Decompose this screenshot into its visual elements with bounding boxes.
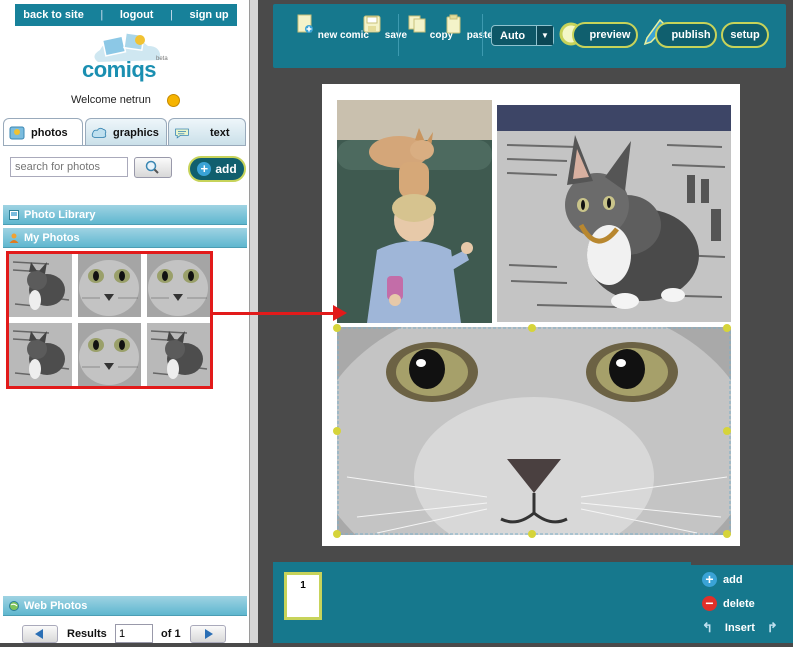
delete-page-label: delete (723, 597, 755, 610)
toolbar-divider (398, 14, 399, 56)
globe-icon (9, 600, 19, 611)
resize-handle-top[interactable] (528, 324, 536, 332)
plus-icon: + (702, 572, 717, 587)
chevron-down-icon: ▼ (536, 26, 553, 45)
arrow-right-curved-icon: ↱ (766, 620, 778, 635)
layout-select-value: Auto (500, 29, 526, 42)
cloud-icon (91, 127, 107, 138)
comic-panel-cat-newspaper[interactable] (497, 105, 731, 322)
annotation-arrow-line (213, 312, 337, 315)
panel-scroll-edge[interactable] (249, 0, 258, 643)
beta-label: beta (156, 56, 168, 62)
save-disk-icon (363, 15, 381, 33)
paste-button[interactable]: paste (444, 14, 493, 41)
tab-text[interactable]: text (168, 118, 246, 146)
layout-select[interactable]: Auto ▼ (491, 25, 554, 46)
toolbar-divider (482, 14, 483, 56)
photo-library-section[interactable]: Photo Library (3, 205, 247, 225)
photo-icon (9, 126, 25, 139)
tab-text-label: text (210, 126, 230, 139)
insert-page-button[interactable]: ↰ Insert ↱ (702, 620, 778, 636)
next-page-button[interactable] (190, 625, 226, 643)
photo-thumbnail-cat-newspaper[interactable] (9, 323, 72, 386)
page-number: 1 (300, 580, 306, 591)
photo-library-label: Photo Library (24, 208, 96, 221)
resize-handle-bottom-left[interactable] (333, 530, 341, 538)
resize-handle-bottom[interactable] (528, 530, 536, 538)
user-icon (9, 233, 19, 243)
welcome-message: Welcome netrun (71, 94, 151, 106)
prev-page-button[interactable] (22, 625, 58, 643)
new-document-icon (297, 14, 313, 33)
tab-graphics-label: graphics (113, 126, 159, 139)
tab-graphics[interactable]: graphics (85, 118, 167, 146)
arrow-left-curved-icon: ↰ (702, 620, 713, 635)
link-separator: | (170, 9, 173, 21)
paste-clipboard-icon (446, 14, 461, 34)
resize-handle-top-left[interactable] (333, 324, 341, 332)
setup-label: setup (730, 29, 760, 41)
logo-text: comiqs (82, 57, 157, 82)
search-icon (145, 160, 159, 174)
resize-handle-bottom-right[interactable] (723, 530, 731, 538)
preview-label: preview (589, 29, 631, 41)
plus-icon: + (197, 162, 212, 176)
web-photos-label: Web Photos (24, 599, 88, 612)
my-photos-section[interactable]: My Photos (3, 228, 247, 248)
resize-handle-left[interactable] (333, 427, 341, 435)
resize-handle-top-right[interactable] (723, 324, 731, 332)
insert-page-label: Insert (724, 622, 755, 634)
photo-thumbnail-cat-face[interactable] (78, 323, 141, 386)
add-page-button[interactable]: + add (702, 572, 743, 587)
new-comic-button[interactable]: new comic (295, 14, 369, 41)
tab-divider (3, 145, 246, 146)
search-button[interactable] (134, 157, 172, 178)
arrow-left-icon (35, 629, 43, 639)
results-label: Results (67, 628, 107, 640)
copy-icon (408, 15, 426, 33)
web-photos-section[interactable]: Web Photos (3, 596, 247, 616)
add-photo-label: add (215, 162, 237, 176)
my-photos-gallery (6, 251, 213, 389)
sign-up-link[interactable]: sign up (190, 9, 229, 21)
minus-icon: − (702, 596, 717, 611)
page-count-label: of 1 (161, 628, 181, 640)
link-separator: | (100, 9, 104, 21)
setup-button[interactable]: setup (721, 22, 769, 48)
page-strip (273, 562, 691, 643)
paste-label: paste (466, 30, 493, 41)
comic-page-canvas[interactable] (322, 84, 740, 546)
publish-label: publish (671, 29, 711, 41)
save-label: save (384, 30, 408, 41)
photo-thumbnail-cat-newspaper[interactable] (147, 323, 210, 386)
comic-panel-toddler-cat[interactable] (337, 100, 492, 323)
add-page-label: add (723, 573, 743, 586)
speech-bubble-icon (175, 128, 189, 139)
annotation-arrow-head-icon (333, 305, 347, 321)
arrow-right-icon (205, 629, 213, 639)
comic-panel-cat-face-selected[interactable] (337, 327, 731, 535)
photo-thumbnail-cat-newspaper[interactable] (9, 254, 72, 317)
save-button[interactable]: save (362, 14, 407, 41)
page-thumbnail[interactable]: 1 (284, 572, 322, 620)
photo-search-input[interactable] (10, 157, 128, 177)
preview-button[interactable]: preview (572, 22, 638, 48)
tab-photos-label: photos (31, 126, 68, 139)
my-photos-label: My Photos (24, 231, 80, 244)
tab-photos[interactable]: photos (3, 118, 83, 146)
photo-thumbnail-cat-face[interactable] (147, 254, 210, 317)
back-to-site-link[interactable]: back to site (23, 9, 84, 21)
top-links-bar: back to site | logout | sign up (15, 4, 237, 26)
page-number-input[interactable] (115, 624, 153, 643)
logout-link[interactable]: logout (120, 9, 154, 21)
publish-button[interactable]: publish (655, 22, 717, 48)
photo-thumbnail-cat-face[interactable] (78, 254, 141, 317)
resize-handle-right[interactable] (723, 427, 731, 435)
delete-page-button[interactable]: − delete (702, 596, 755, 611)
library-icon (9, 209, 19, 220)
smiley-icon (167, 94, 180, 107)
add-photo-button[interactable]: + add (188, 156, 246, 182)
